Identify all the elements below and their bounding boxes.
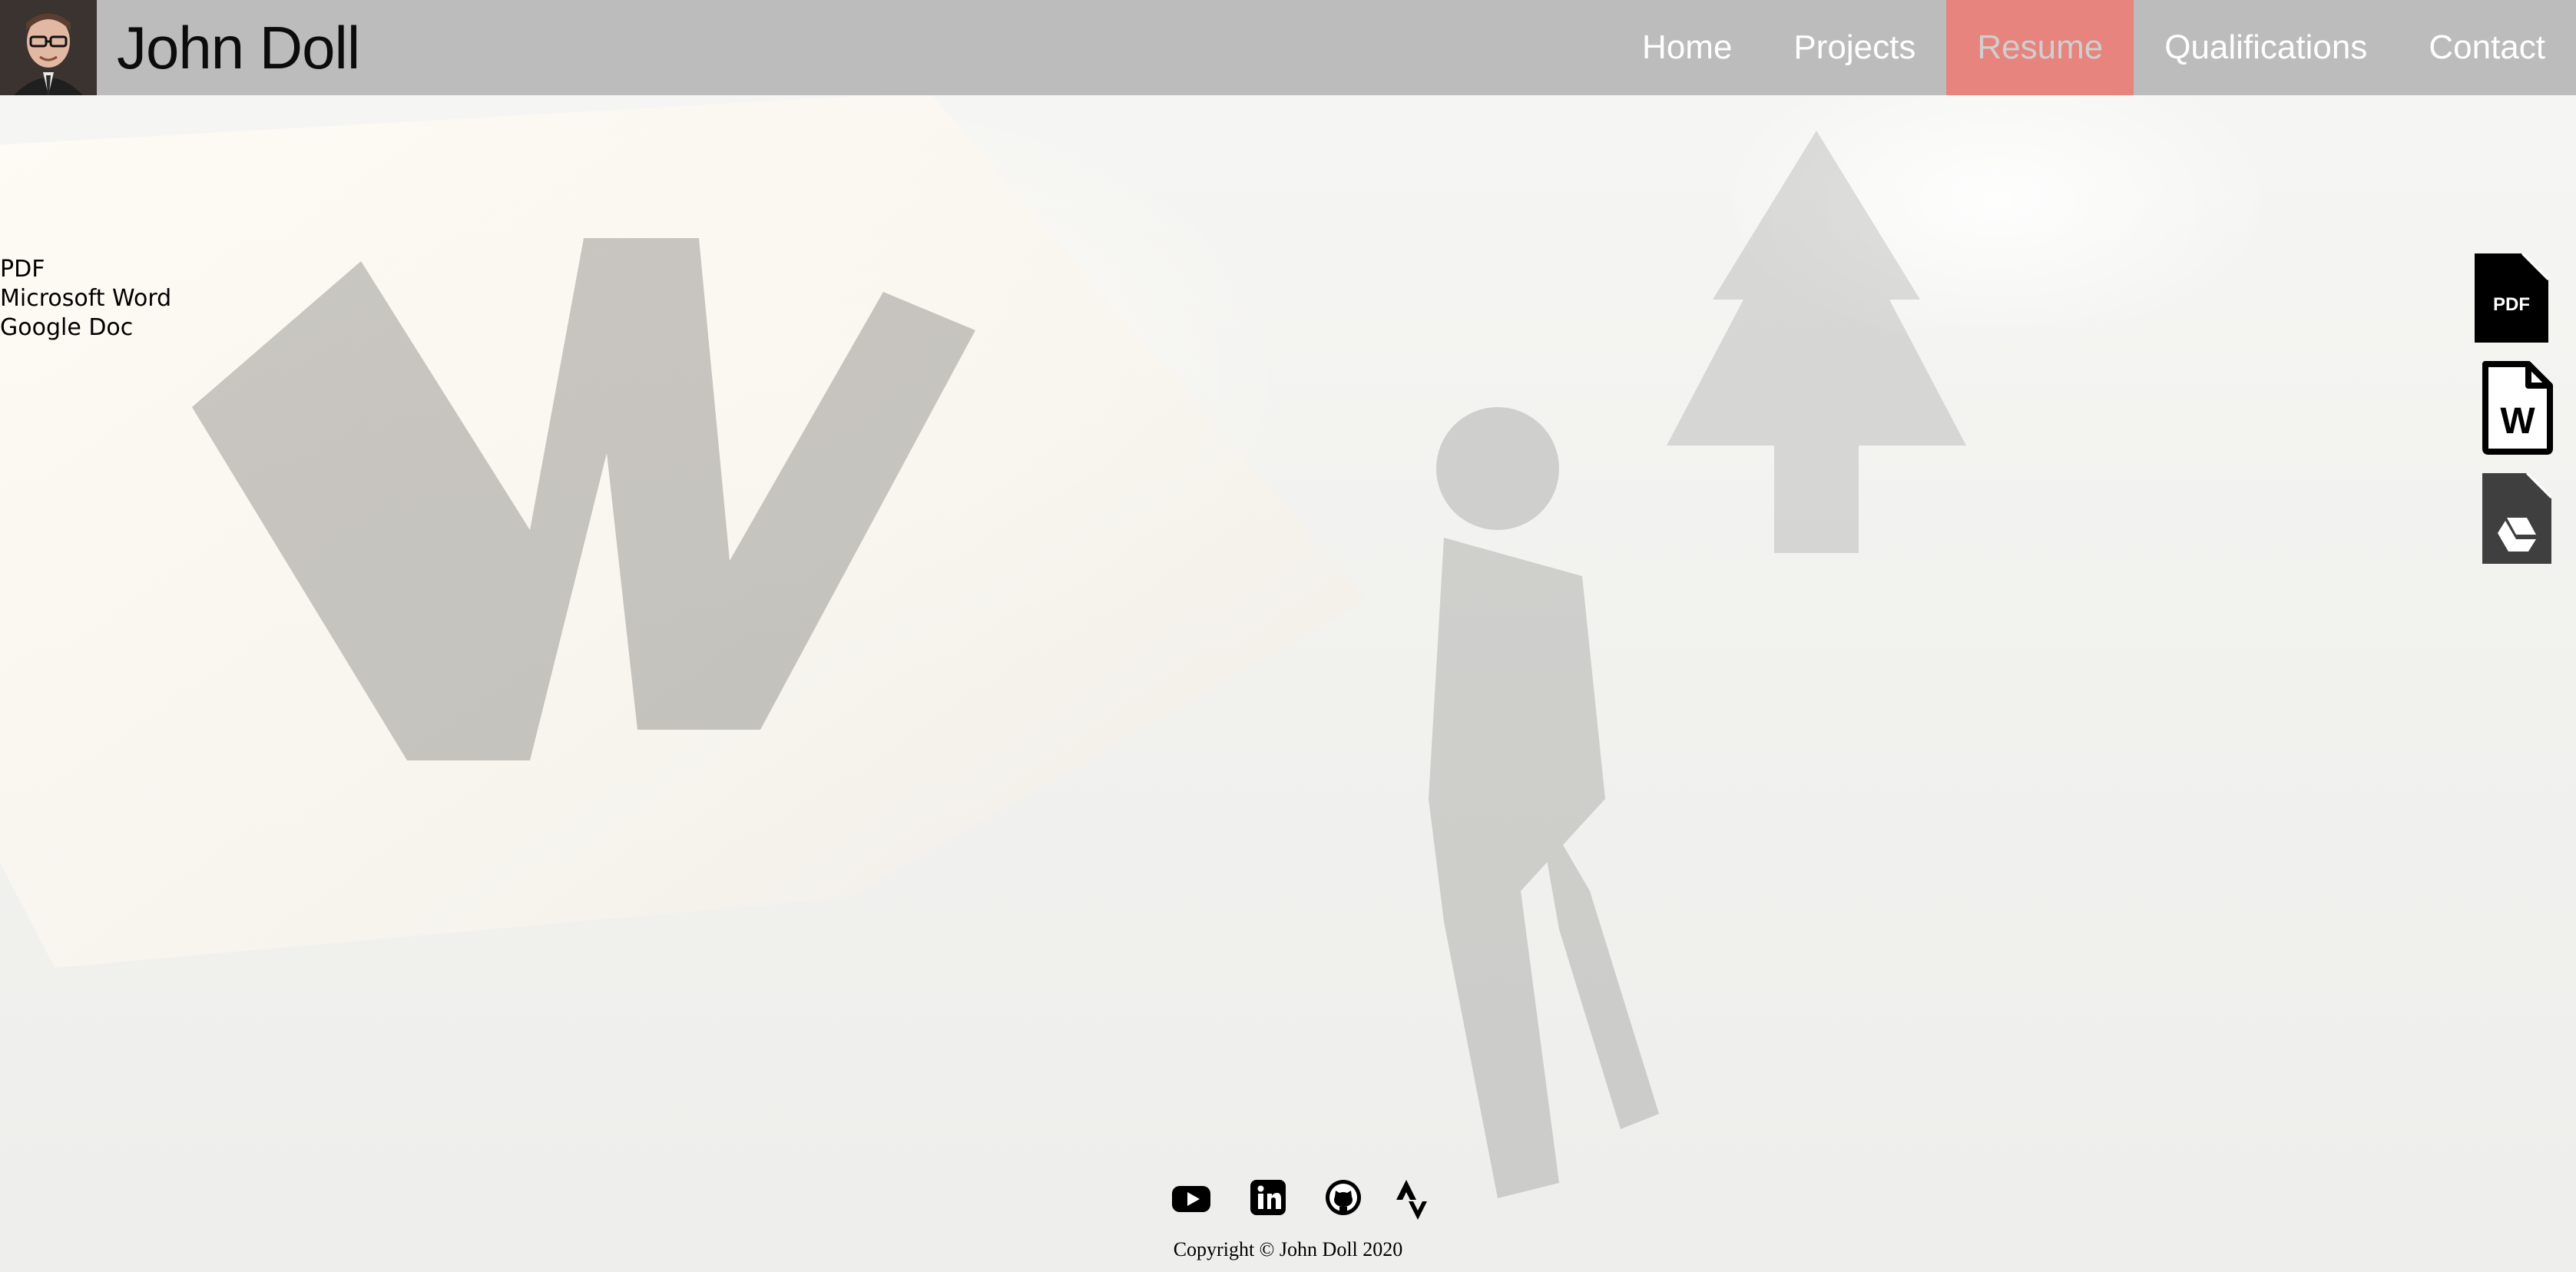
top-navbar: John Doll Home Projects Resume Qualifica… [0,0,2576,95]
copyright-text: Copyright © John Doll 2020 [1173,1238,1403,1260]
pdf-file-icon[interactable]: PDF [2475,253,2548,343]
site-title[interactable]: John Doll [97,0,360,95]
social-links [1169,1175,1427,1221]
background-person [1429,407,1659,1198]
background-flag-letter [192,238,975,760]
footer: Copyright © John Doll 2020 [0,1168,2576,1272]
github-icon[interactable] [1321,1175,1366,1220]
google-doc-link[interactable]: Google Doc [0,313,171,343]
pdf-icon-text: PDF [2493,294,2530,315]
youtube-icon[interactable] [1169,1175,1214,1220]
strava-icon[interactable] [1393,1175,1427,1220]
word-icon-text: W [2500,401,2535,442]
linkedin-icon[interactable] [1246,1175,1290,1220]
main-nav: Home Projects Resume Qualifications Cont… [1611,0,2576,95]
nav-contact[interactable]: Contact [2398,0,2576,95]
nav-home[interactable]: Home [1611,0,1763,95]
profile-avatar [0,0,97,95]
nav-qualifications[interactable]: Qualifications [2134,0,2398,95]
profile-photo-icon [0,0,97,95]
nav-projects[interactable]: Projects [1763,0,1946,95]
google-drive-file-icon[interactable] [2482,473,2551,564]
resume-download-links: PDF Microsoft Word Google Doc [0,255,171,343]
nav-resume[interactable]: Resume [1946,0,2134,95]
word-file-icon[interactable]: W [2479,359,2556,455]
word-link[interactable]: Microsoft Word [0,284,171,313]
pdf-link[interactable]: PDF [0,255,171,284]
